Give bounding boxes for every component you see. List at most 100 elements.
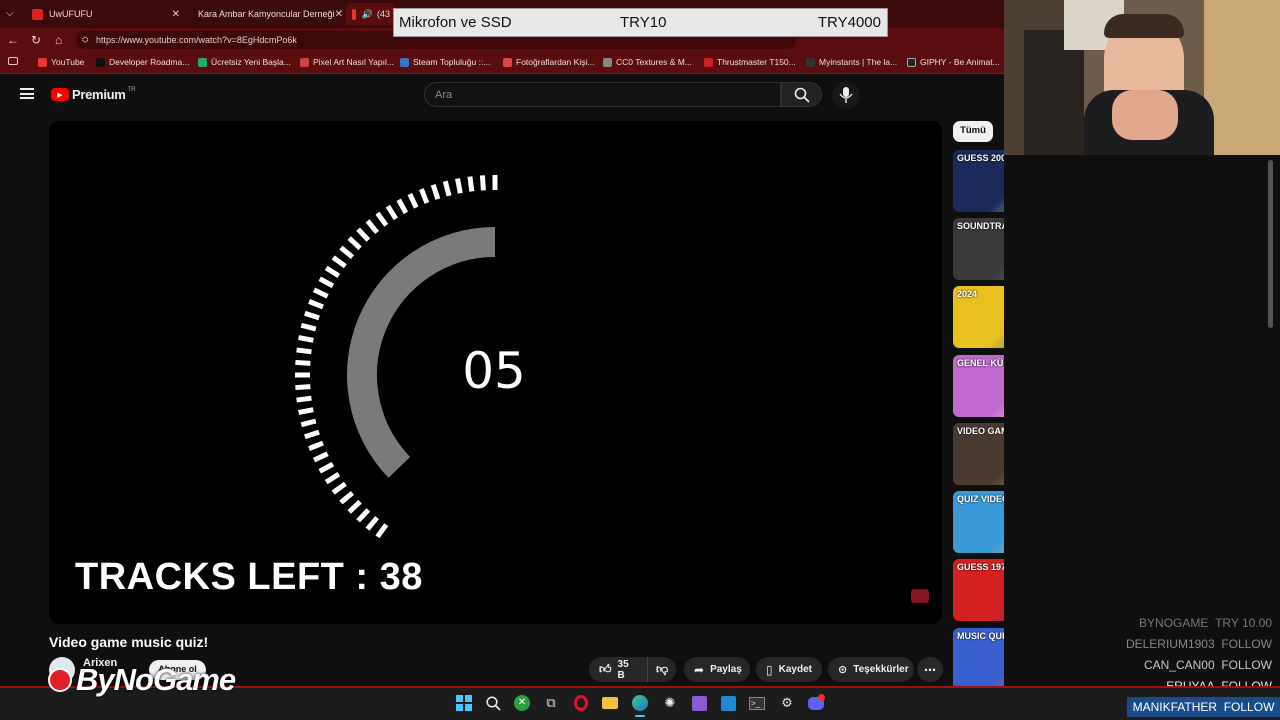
bookmark-giphy[interactable]: GIPHY - Be Animat... [907, 57, 1000, 67]
timer-tick [331, 481, 347, 495]
like-button[interactable]: 👍︎ 35 B [589, 657, 647, 682]
bookmark-fotograflardan[interactable]: Fotoğraflardan Kişi... [503, 57, 594, 67]
timer-tick [324, 472, 341, 485]
tab-favicon [352, 8, 356, 20]
lock-icon: ⛭ [82, 35, 89, 44]
timer-tick [385, 204, 398, 221]
feed-item-1: BYNOGAME TRY 10.00 [1139, 616, 1272, 630]
search-icon [794, 87, 810, 103]
timer-tick [298, 335, 314, 343]
menu-icon[interactable] [20, 88, 34, 99]
search-button[interactable] [781, 82, 822, 107]
timer-tick [339, 490, 355, 505]
latest-follower-alert: MANIKFATHER FOLLOW [1127, 697, 1280, 717]
scrollbar[interactable] [1268, 160, 1273, 328]
active-app-indicator [635, 715, 645, 717]
giphy-icon [907, 57, 916, 67]
timer-tick [318, 461, 335, 474]
timer-tick [304, 310, 320, 321]
feed-item-2: DELERIUM1903 FOLLOW [1125, 637, 1272, 651]
timer-tick [295, 359, 311, 366]
timer-tick [324, 265, 341, 278]
bookmark-icon [603, 57, 612, 67]
chatgpt-icon[interactable]: ✺ [661, 694, 679, 712]
terminal-icon[interactable]: >_ [748, 694, 766, 712]
opera-icon[interactable] [572, 694, 590, 712]
share-icon: ➦ [694, 662, 705, 677]
share-button[interactable]: ➦ Paylaş [684, 657, 750, 682]
timer-tick [308, 440, 324, 451]
timer-tick [375, 211, 389, 227]
steam-icon[interactable]: ⚙ [778, 694, 796, 712]
edge-icon[interactable] [631, 694, 649, 712]
reload-icon[interactable]: ↻ [31, 33, 41, 47]
donation-goal-overlay: Mikrofon ve SSD TRY10 TRY4000 [393, 8, 888, 37]
bookmark-cc0-textures[interactable]: CC0 Textures & M... [603, 57, 692, 67]
tab-label: (43 [376, 9, 390, 19]
filter-chip-all[interactable]: Tümü [953, 121, 993, 142]
dislike-button[interactable]: 👎︎ [647, 657, 676, 682]
home-icon[interactable]: ⌂ [55, 33, 62, 47]
bookmark-icon [300, 57, 309, 67]
timer-tick [312, 451, 329, 463]
timer-tick [296, 347, 312, 355]
thanks-button[interactable]: ⊙ Teşekkürler [828, 657, 914, 682]
bookmark-ucretsiz[interactable]: Ücretsiz Yeni Başla... [198, 57, 291, 67]
timer-tick [347, 236, 362, 251]
timer-tick [308, 299, 324, 310]
bookmark-myinstants[interactable]: Myinstants | The la... [806, 57, 897, 67]
close-icon[interactable]: ✕ [172, 9, 180, 20]
timer-tick [442, 180, 452, 197]
youtube-logo-text: Premium [72, 87, 126, 102]
goal-target: TRY4000 [817, 14, 881, 31]
windows-start-icon[interactable] [455, 694, 473, 712]
url-text: https://www.youtube.com/watch?v=8EgHdcmP… [96, 35, 297, 45]
bookmark-steam[interactable]: Steam Topluluğu ::... [400, 57, 490, 67]
bookmark-icon: ▯ [766, 662, 773, 677]
search-input[interactable]: Ara [424, 82, 781, 107]
voice-search-button[interactable] [832, 81, 860, 109]
timer-tick [375, 523, 389, 539]
timer-tick [298, 407, 314, 415]
timer-tick [318, 276, 335, 289]
bookmark-youtube[interactable]: YouTube [38, 57, 84, 67]
goal-current: TRY10 [620, 14, 667, 31]
timer-tick [339, 245, 355, 260]
file-explorer-icon[interactable] [601, 694, 619, 712]
microphone-icon [839, 87, 853, 103]
youtube-logo[interactable]: ▶ Premium TR [51, 87, 136, 102]
tab-2[interactable]: Kara Ambar Kamyoncular Derneği ✕ [186, 3, 346, 25]
tab-list-chevron-icon[interactable]: ⌵ [6, 8, 14, 19]
roadmap-icon [96, 57, 105, 67]
timer-tick [419, 188, 430, 204]
timer-tick [467, 176, 475, 192]
like-count: 35 B [617, 658, 629, 681]
bookmark-developer-roadmap[interactable]: Developer Roadma... [96, 57, 189, 67]
speaker-icon: 🔊 [361, 8, 373, 19]
timer-tick [296, 395, 312, 403]
vscode-icon[interactable] [719, 694, 737, 712]
bookmark-icon [503, 57, 512, 67]
countdown-number: 05 [462, 342, 526, 400]
xbox-icon[interactable]: ✕ [513, 694, 531, 712]
save-button[interactable]: ▯ Kaydet [756, 657, 822, 682]
search-icon[interactable] [484, 694, 502, 712]
close-icon[interactable]: ✕ [335, 9, 343, 20]
bookmark-thrustmaster[interactable]: Thrustmaster T150... [704, 57, 796, 67]
snipping-tool-icon[interactable]: ⧉ [542, 694, 560, 712]
tab-label: Kara Ambar Kamyoncular Derneği [198, 9, 335, 19]
visual-studio-icon[interactable] [690, 694, 708, 712]
timer-tick [365, 515, 380, 531]
tab-favicon [32, 8, 43, 20]
more-horizontal-icon: ⋯ [924, 662, 936, 677]
tab-1[interactable]: UwUFUFU ✕ [26, 3, 186, 25]
back-icon[interactable]: ← [7, 33, 19, 47]
steam-icon [400, 57, 409, 67]
more-actions-button[interactable]: ⋯ [917, 657, 943, 682]
bookmarks-menu-icon[interactable] [8, 57, 18, 65]
tab-3-active[interactable]: 🔊 (43 [346, 3, 396, 25]
bookmark-icon [198, 57, 207, 67]
bookmark-pixel-art[interactable]: Pixel Art Nasıl Yapıl... [300, 57, 394, 67]
sidebar-background [1004, 155, 1280, 686]
webcam-feed [1004, 0, 1280, 155]
